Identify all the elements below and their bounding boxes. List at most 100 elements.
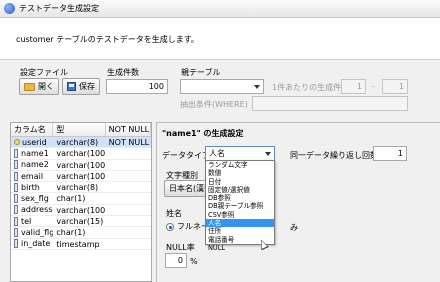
column-name-cell: birth <box>11 182 53 192</box>
col-header-name[interactable]: カラム名 <box>11 123 54 136</box>
dropdown-option[interactable]: CSV参照 <box>206 211 274 219</box>
repeat-input[interactable]: 1 <box>373 146 407 161</box>
grid-body: userid varchar(8) NOT NULL name1 varchar(100… <box>11 137 151 250</box>
table-row[interactable]: tel varchar(15) <box>11 216 151 228</box>
data-type-value: 人名 <box>209 149 225 158</box>
column-type-cell: varchar(100) <box>56 171 106 181</box>
data-type-label: データタイプ <box>162 151 210 160</box>
column-type-cell: varchar(8) <box>56 183 99 193</box>
column-name-cell: address <box>11 205 53 215</box>
column-name-text: birth <box>21 182 40 192</box>
table-row[interactable]: name2 varchar(100) <box>11 160 151 171</box>
column-notnull-cell <box>106 160 151 170</box>
column-name-cell: name2 <box>11 160 53 170</box>
header-banner: customer テーブルのテストデータを生成します。 <box>0 18 440 60</box>
data-type-dropdown-list: ランダム文字 数値 日付 固定値/選択値 DB参照 DB親テーブル参照 CSV参照 人名 住所電… <box>205 160 275 252</box>
column-name-text: name2 <box>21 160 49 170</box>
save-button-label: 保存 <box>79 82 95 91</box>
column-notnull-cell <box>106 193 151 203</box>
table-row[interactable]: sex_flg char(1) <box>11 193 151 205</box>
where-input[interactable] <box>252 96 408 111</box>
column-type-cell: char(1) <box>56 194 86 204</box>
column-icon <box>14 182 18 192</box>
fullname-radio[interactable]: フルネー <box>166 221 209 232</box>
grid-header: カラム名 型 NOT NULL <box>11 123 151 137</box>
table-row[interactable]: userid varchar(8) NOT NULL <box>11 137 151 149</box>
per-row-dash: - <box>372 82 375 91</box>
null-rate-input[interactable]: 0 <box>165 253 187 268</box>
table-row[interactable]: birth varchar(8) <box>11 182 151 194</box>
column-icon <box>14 160 18 170</box>
column-grid: カラム名 型 NOT NULL userid varchar(8) NOT NULL… <box>10 122 152 282</box>
column-notnull-cell <box>106 205 151 215</box>
column-name-text: address <box>21 205 53 215</box>
column-type-cell: varchar(100) <box>56 205 106 215</box>
row-count-input[interactable]: 100 <box>106 79 168 94</box>
column-name-text: name1 <box>21 148 49 158</box>
col-header-type[interactable]: 型 <box>53 123 106 136</box>
column-type-cell: varchar(100) <box>56 149 106 159</box>
data-type-select[interactable]: 人名 <box>205 146 275 161</box>
char-kind-select[interactable]: 日本名(漢字 <box>164 180 208 197</box>
radio-option-trail: み <box>290 223 298 232</box>
column-name-text: userid <box>22 137 47 147</box>
column-icon <box>14 171 18 181</box>
column-notnull-cell <box>106 227 151 237</box>
open-button[interactable]: 開く <box>19 78 59 95</box>
column-type-cell: varchar(15) <box>56 217 104 227</box>
parent-table-select[interactable] <box>180 79 264 94</box>
chevron-down-icon <box>265 152 271 156</box>
table-row[interactable]: email varchar(100) <box>11 171 151 183</box>
column-type-cell: varchar(100) <box>56 160 106 170</box>
table-row[interactable]: valid_flg char(1) <box>11 227 151 239</box>
window-title: テストデータ生成設定 <box>19 4 99 13</box>
column-name-text: in_date <box>21 239 51 249</box>
table-row[interactable]: address varchar(100) <box>11 205 151 217</box>
column-type-cell: varchar(8) <box>56 138 99 147</box>
column-notnull-cell <box>106 182 151 192</box>
repeat-value: 1 <box>397 149 403 158</box>
column-icon <box>14 205 18 215</box>
column-icon <box>14 148 18 158</box>
column-notnull-cell <box>106 148 151 158</box>
column-notnull-cell: NOT NULL <box>108 138 150 147</box>
null-rate-unit: % <box>190 257 198 266</box>
column-name-text: valid_flg <box>21 228 54 238</box>
dropdown-option[interactable]: 固定値/選択値 <box>206 186 274 194</box>
column-type-cell: timestamp <box>56 239 100 249</box>
parent-table-label: 親テーブル <box>181 68 221 77</box>
per-row-max-value: 1 <box>398 82 404 91</box>
column-notnull-cell <box>106 171 151 181</box>
open-button-label: 開く <box>38 82 54 91</box>
radio-selected-icon <box>166 222 174 231</box>
per-row-max-input[interactable]: 1 <box>382 79 408 94</box>
where-label: 抽出条件(WHERE) <box>180 100 248 109</box>
column-name-text: tel <box>21 216 32 226</box>
column-icon <box>14 239 18 249</box>
row-count-value: 100 <box>148 82 164 91</box>
col-header-notnull[interactable]: NOT NULL <box>106 123 151 136</box>
char-kind-value: 日本名(漢字 <box>169 184 208 193</box>
per-row-label: 1件あたりの生成件数 <box>272 83 350 92</box>
column-type-cell: char(1) <box>56 228 86 238</box>
null-rate-label: NULL率 <box>166 243 195 252</box>
column-name-cell: email <box>11 171 53 181</box>
setting-file-label: 設定ファイル <box>20 68 68 77</box>
save-icon <box>67 82 76 91</box>
table-row[interactable]: in_date timestamp <box>11 239 151 250</box>
column-notnull-cell <box>106 239 151 249</box>
dropdown-option[interactable]: DB親テーブル参照 <box>206 202 274 210</box>
column-icon <box>14 216 18 226</box>
per-row-min-input[interactable]: 1 <box>341 79 366 94</box>
dropdown-option[interactable]: 住所 <box>206 227 274 235</box>
column-notnull-cell <box>106 216 151 226</box>
table-row[interactable]: name1 varchar(100) <box>11 148 151 160</box>
row-count-label: 生成件数 <box>107 68 139 77</box>
chevron-down-icon <box>254 85 260 89</box>
folder-icon <box>24 82 35 91</box>
dropdown-option[interactable]: 数値 <box>206 169 274 177</box>
dropdown-option[interactable]: 日付 <box>206 178 274 186</box>
save-button[interactable]: 保存 <box>62 78 100 95</box>
app-icon <box>4 3 15 14</box>
key-icon <box>14 139 20 146</box>
